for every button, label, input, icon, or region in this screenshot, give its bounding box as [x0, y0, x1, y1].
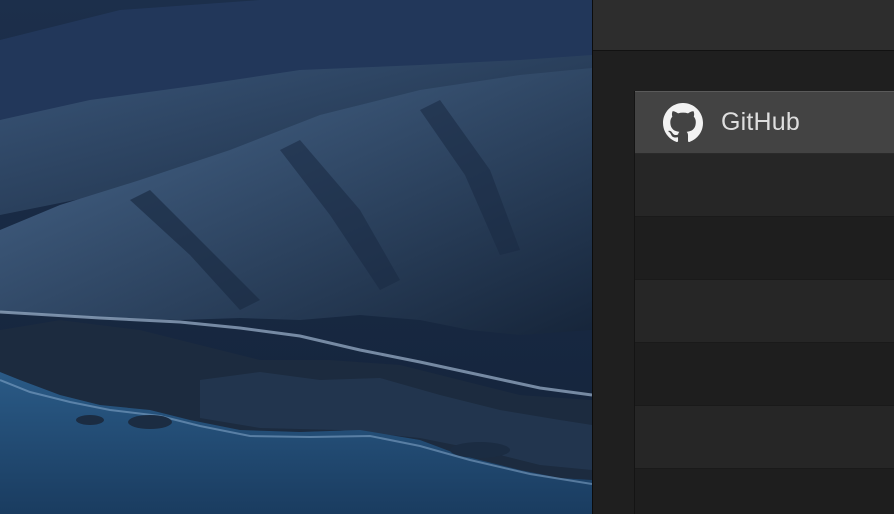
- window-content: GitHub: [593, 51, 894, 514]
- list-item-label: GitHub: [721, 108, 801, 136]
- desktop-wallpaper: [0, 0, 592, 514]
- list-item[interactable]: [635, 343, 894, 406]
- list-item[interactable]: [635, 406, 894, 469]
- list-item[interactable]: [635, 154, 894, 217]
- list-item-github[interactable]: GitHub: [635, 91, 894, 154]
- account-list: GitHub: [634, 91, 894, 514]
- list-item[interactable]: [635, 217, 894, 280]
- app-window: GitHub: [592, 0, 894, 514]
- list-item[interactable]: [635, 280, 894, 343]
- window-titlebar[interactable]: [593, 0, 894, 51]
- list-item[interactable]: [635, 469, 894, 514]
- github-icon: [663, 102, 703, 143]
- desktop: GitHub: [0, 0, 894, 514]
